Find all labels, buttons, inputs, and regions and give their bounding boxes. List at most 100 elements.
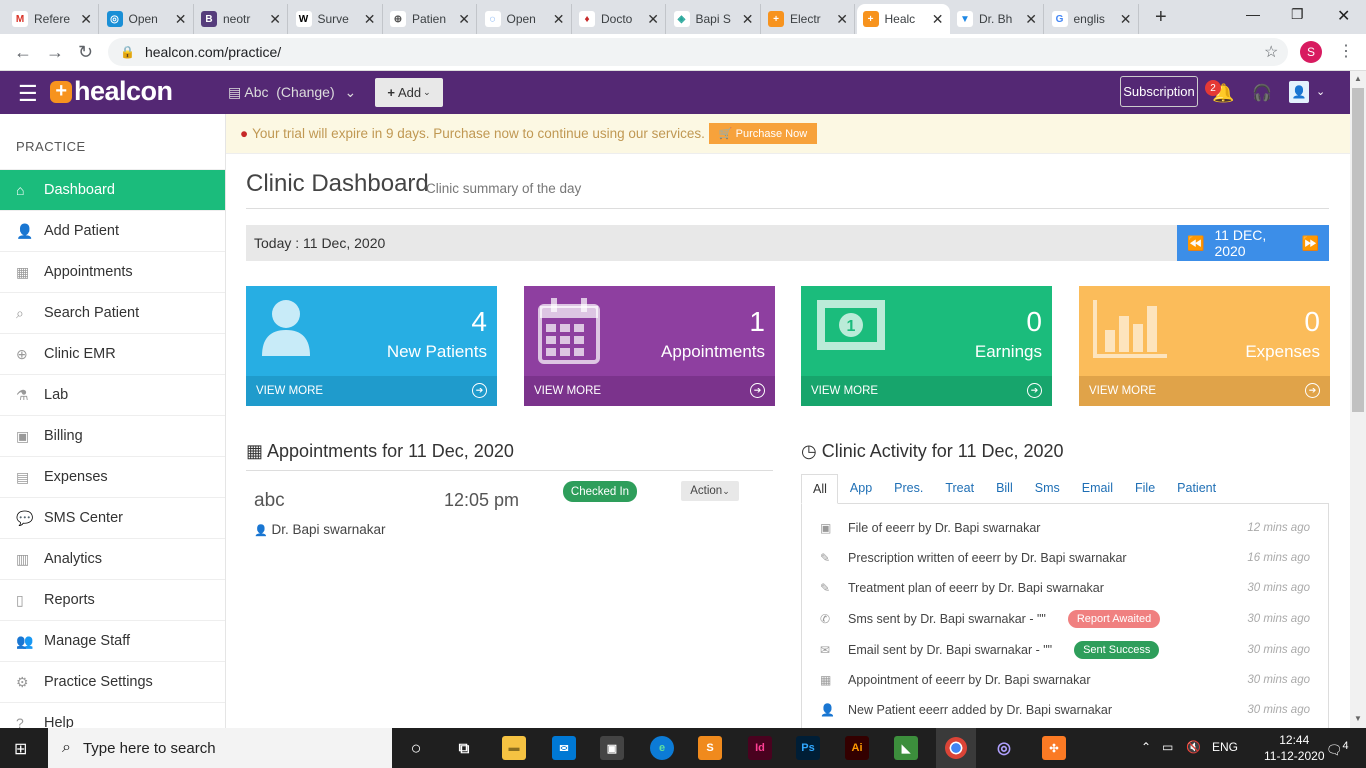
browser-tab[interactable]: M Refere ✕	[6, 4, 99, 34]
maximize-button[interactable]: ❐	[1291, 6, 1304, 23]
browser-tab[interactable]: ♦ Docto ✕	[573, 4, 666, 34]
action-center-icon[interactable]: 🗨4	[1326, 740, 1349, 758]
tab-patient[interactable]: Patient	[1165, 474, 1226, 504]
sidebar-item-billing[interactable]: ▣ Billing	[0, 415, 225, 456]
browser-tab[interactable]: Genglis ✕	[1046, 4, 1139, 34]
profile-avatar[interactable]: S	[1300, 41, 1322, 63]
close-tab-icon[interactable]: ✕	[1025, 11, 1037, 28]
sublime-icon[interactable]: S	[698, 736, 722, 760]
close-tab-icon[interactable]: ✕	[836, 11, 848, 28]
browser-tab[interactable]: ◌ Open ✕	[479, 4, 572, 34]
bookmark-star-icon[interactable]: ☆	[1264, 42, 1278, 62]
sidebar-item-dashboard[interactable]: ⌂ Dashboard	[0, 169, 225, 210]
close-tab-icon[interactable]: ✕	[553, 11, 565, 28]
stat-card-appointments[interactable]: 1 Appointments VIEW MORE ➔	[524, 286, 775, 406]
change-clinic-link[interactable]: (Change)	[276, 84, 334, 100]
close-window-button[interactable]: ✕	[1337, 6, 1350, 26]
sidebar-item-practice-settings[interactable]: ⚙ Practice Settings	[0, 661, 225, 702]
chevron-down-icon[interactable]: ⌄	[1316, 85, 1325, 98]
edge-icon[interactable]: e	[650, 736, 674, 760]
stat-card-earnings[interactable]: 1 0 Earnings VIEW MORE ➔	[801, 286, 1052, 406]
view-more-link[interactable]: VIEW MORE ➔	[1079, 376, 1330, 406]
sidebar-item-help[interactable]: ? Help	[0, 702, 225, 728]
add-button[interactable]: + Add ⌄	[375, 78, 443, 107]
browser-tab[interactable]: + Electr ✕	[762, 4, 855, 34]
close-tab-icon[interactable]: ✕	[269, 11, 281, 28]
tor-browser-icon[interactable]: ◎	[992, 736, 1016, 760]
headset-icon[interactable]: 🎧	[1252, 83, 1272, 103]
tab-file[interactable]: File	[1123, 474, 1165, 504]
view-more-link[interactable]: VIEW MORE ➔	[801, 376, 1052, 406]
close-tab-icon[interactable]: ✕	[1120, 11, 1132, 28]
scroll-down-arrow-icon[interactable]: ▼	[1354, 714, 1362, 723]
previous-day-icon[interactable]: ⏪	[1187, 235, 1204, 252]
tab-app[interactable]: App	[838, 474, 882, 504]
browser-tab[interactable]: Bneotr ✕	[195, 4, 288, 34]
action-dropdown[interactable]: Action ⌄	[681, 481, 739, 501]
close-tab-icon[interactable]: ✕	[932, 11, 944, 28]
tab-bill[interactable]: Bill	[984, 474, 1023, 504]
view-more-link[interactable]: VIEW MORE ➔	[246, 376, 497, 406]
page-scrollbar[interactable]: ▲ ▼	[1350, 71, 1366, 728]
close-tab-icon[interactable]: ✕	[458, 11, 470, 28]
sidebar-item-lab[interactable]: ⚗ Lab	[0, 374, 225, 415]
browser-menu-icon[interactable]: ⋮	[1338, 41, 1354, 61]
hamburger-menu-icon[interactable]: ☰	[18, 81, 38, 107]
browser-tab[interactable]: ◎ Open ✕	[101, 4, 194, 34]
sidebar-item-add-patient[interactable]: 👤 Add Patient	[0, 210, 225, 251]
file-explorer-icon[interactable]: ▬	[502, 736, 526, 760]
store-icon[interactable]: ▣	[600, 736, 624, 760]
purchase-now-button[interactable]: 🛒 Purchase Now	[708, 123, 818, 144]
browser-tab[interactable]: ◈ Bapi S ✕	[668, 4, 761, 34]
url-field[interactable]: 🔒 healcon.com/practice/	[108, 38, 1288, 66]
user-avatar[interactable]: 👤	[1289, 81, 1309, 103]
close-tab-icon[interactable]: ✕	[647, 11, 659, 28]
volume-muted-icon[interactable]: 🔇	[1186, 740, 1201, 754]
new-tab-button[interactable]: +	[1155, 6, 1167, 29]
sidebar-item-clinic-emr[interactable]: ⊕ Clinic EMR	[0, 333, 225, 374]
language-indicator[interactable]: ENG	[1212, 740, 1238, 754]
back-arrow-icon[interactable]: ←	[14, 42, 32, 63]
task-view-icon[interactable]: ⧉	[452, 736, 476, 760]
tab-email[interactable]: Email	[1070, 474, 1123, 504]
sidebar-item-search-patient[interactable]: ⌕ Search Patient	[0, 292, 225, 333]
browser-tab[interactable]: + Healc ✕	[856, 4, 950, 34]
sidebar-item-manage-staff[interactable]: 👥 Manage Staff	[0, 620, 225, 661]
taskbar-clock[interactable]: 12:44 11-12-2020	[1264, 732, 1325, 764]
greenshot-icon[interactable]: ◣	[894, 736, 918, 760]
tab-all[interactable]: All	[801, 474, 838, 504]
stat-card-expenses[interactable]: 0 Expenses VIEW MORE ➔	[1079, 286, 1330, 406]
view-more-link[interactable]: VIEW MORE ➔	[524, 376, 775, 406]
minimize-button[interactable]: —	[1246, 6, 1260, 22]
browser-tab[interactable]: ⊕ Patien ✕	[384, 4, 477, 34]
subscription-button[interactable]: Subscription	[1120, 76, 1198, 107]
mail-icon[interactable]: ✉	[552, 736, 576, 760]
tab-pres[interactable]: Pres.	[882, 474, 933, 504]
tray-overflow-icon[interactable]: ⌃	[1141, 740, 1151, 754]
sidebar-item-sms-center[interactable]: 💬 SMS Center	[0, 497, 225, 538]
close-tab-icon[interactable]: ✕	[742, 11, 754, 28]
xampp-icon[interactable]: ✣	[1042, 736, 1066, 760]
tab-sms[interactable]: Sms	[1023, 474, 1070, 504]
close-tab-icon[interactable]: ✕	[175, 11, 187, 28]
appointment-patient-link[interactable]: abc	[254, 490, 285, 512]
tab-treat[interactable]: Treat	[933, 474, 984, 504]
network-icon[interactable]: ▭	[1162, 740, 1173, 754]
illustrator-icon[interactable]: Ai	[845, 736, 869, 760]
chrome-taskbar-item[interactable]	[936, 728, 976, 768]
photoshop-icon[interactable]: Ps	[796, 736, 820, 760]
sidebar-item-appointments[interactable]: ▦ Appointments	[0, 251, 225, 292]
scrollbar-thumb[interactable]	[1352, 88, 1364, 412]
browser-tab[interactable]: W Surve ✕	[290, 4, 383, 34]
stat-card-new-patients[interactable]: 4 New Patients VIEW MORE ➔	[246, 286, 497, 406]
windows-start-icon[interactable]: ⊞	[14, 739, 27, 759]
sidebar-item-analytics[interactable]: ▥ Analytics	[0, 538, 225, 579]
sidebar-item-reports[interactable]: ▯ Reports	[0, 579, 225, 620]
clinic-selector[interactable]: ▤ Abc (Change) ⌄	[228, 84, 356, 101]
indesign-icon[interactable]: Id	[748, 736, 772, 760]
next-day-icon[interactable]: ⏩	[1302, 235, 1319, 252]
scroll-up-arrow-icon[interactable]: ▲	[1354, 74, 1362, 83]
forward-arrow-icon[interactable]: →	[46, 42, 64, 63]
healcon-logo[interactable]: + healcon	[50, 76, 173, 107]
sidebar-item-expenses[interactable]: ▤ Expenses	[0, 456, 225, 497]
